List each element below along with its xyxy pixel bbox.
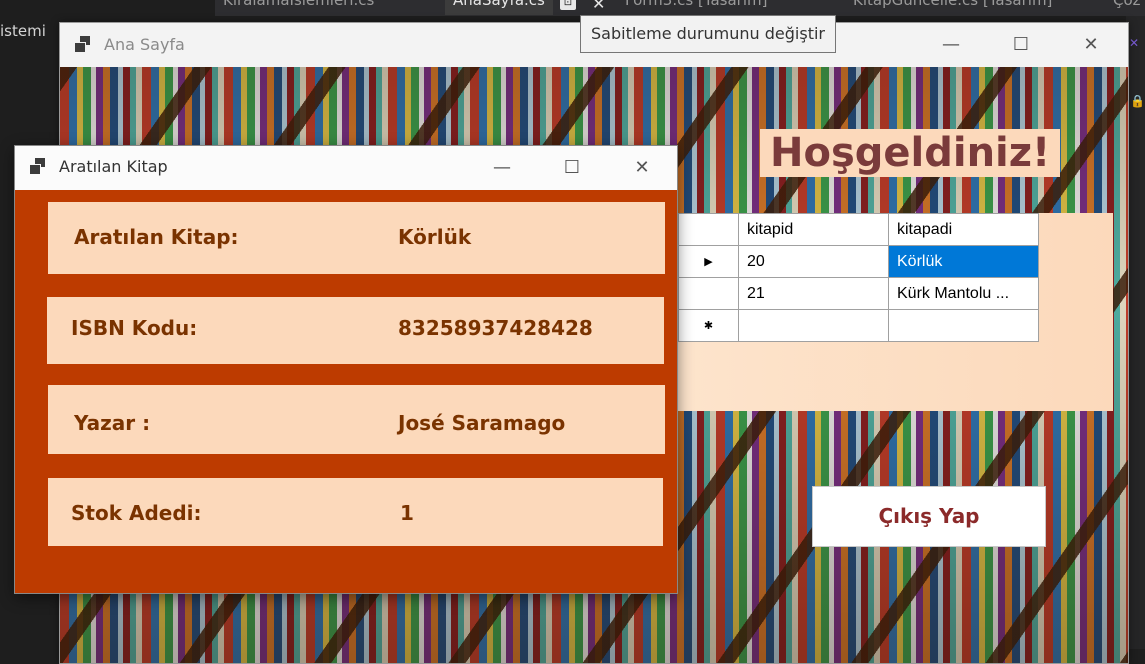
isbn-value: 83258937428428: [398, 316, 593, 340]
close-icon[interactable]: ✕: [1056, 23, 1126, 67]
grid-cell-kitapid[interactable]: 20: [738, 245, 889, 278]
window-title: Aratılan Kitap: [59, 157, 168, 176]
book-title-label: Aratılan Kitap:: [74, 225, 239, 249]
editor-tab-strip: KiralamaIslemleri.cs AnaSayfa.cs ⊡ ✕ For…: [215, 0, 1145, 16]
row-header[interactable]: [678, 277, 739, 310]
grid-cell-kitapadi[interactable]: Körlük: [888, 245, 1039, 278]
stock-panel: Stok Adedi: 1: [48, 478, 663, 546]
maximize-icon[interactable]: ☐: [986, 23, 1056, 67]
table-row[interactable]: 21 Kürk Mantolu ...: [678, 277, 1039, 310]
pin-icon[interactable]: ⊡: [560, 0, 576, 10]
search-result-window: Aratılan Kitap — ☐ ✕ Aratılan Kitap: Kör…: [14, 145, 678, 594]
grid-cell-kitapadi[interactable]: Kürk Mantolu ...: [888, 277, 1039, 310]
book-data-grid[interactable]: kitapid kitapadi ▶ 20 Körlük 21 Kürk Man…: [678, 213, 1039, 342]
tab-solution-explorer[interactable]: Çöz: [1105, 0, 1145, 15]
table-row[interactable]: ▶ 20 Körlük: [678, 245, 1039, 278]
stock-label: Stok Adedi:: [71, 501, 202, 525]
cross-icon: ✕: [1129, 36, 1140, 50]
tab-anasayfa[interactable]: AnaSayfa.cs: [445, 0, 553, 15]
grid-cell-kitapadi[interactable]: [888, 309, 1039, 342]
maximize-icon[interactable]: ☐: [537, 146, 607, 190]
logout-button[interactable]: Çıkış Yap: [812, 486, 1046, 547]
book-grid-panel: kitapid kitapadi ▶ 20 Körlük 21 Kürk Man…: [678, 213, 1113, 411]
author-value: José Saramago: [398, 411, 566, 435]
tab-form3[interactable]: Form3.cs [Tasarım]: [617, 0, 775, 15]
minimize-icon[interactable]: —: [467, 146, 537, 190]
close-tab-icon[interactable]: ✕: [592, 0, 605, 13]
grid-header-row: kitapid kitapadi: [678, 213, 1039, 246]
new-row-icon[interactable]: ✱: [678, 309, 739, 342]
book-title-value: Körlük: [398, 225, 472, 249]
lock-icon: 🔒: [1130, 94, 1145, 108]
grid-cell-kitapid[interactable]: 21: [738, 277, 889, 310]
solution-explorer-text: istemi: [0, 22, 46, 40]
tab-kiralama[interactable]: KiralamaIslemleri.cs: [215, 0, 382, 15]
pin-tooltip: Sabitleme durumunu değiştir: [580, 15, 836, 53]
window-title: Ana Sayfa: [104, 35, 185, 54]
isbn-label: ISBN Kodu:: [71, 316, 198, 340]
isbn-panel: ISBN Kodu: 83258937428428: [47, 297, 664, 364]
welcome-heading: Hoşgeldiniz!: [760, 129, 1061, 177]
app-icon: [74, 36, 92, 53]
close-icon[interactable]: ✕: [607, 146, 677, 190]
app-icon: [29, 158, 47, 175]
search-titlebar[interactable]: Aratılan Kitap — ☐ ✕: [15, 146, 677, 190]
new-row[interactable]: ✱: [678, 309, 1039, 342]
author-label: Yazar :: [74, 411, 151, 435]
tab-kitapguncelle[interactable]: KitapGuncelle.cs [Tasarım]: [845, 0, 1060, 15]
minimize-icon[interactable]: —: [916, 23, 986, 67]
grid-corner-cell[interactable]: [678, 213, 739, 246]
current-row-indicator-icon[interactable]: ▶: [678, 245, 739, 278]
column-header-kitapid[interactable]: kitapid: [738, 213, 889, 246]
book-title-panel: Aratılan Kitap: Körlük: [48, 202, 665, 274]
author-panel: Yazar : José Saramago: [48, 385, 665, 454]
column-header-kitapadi[interactable]: kitapadi: [888, 213, 1039, 246]
grid-cell-kitapid[interactable]: [738, 309, 889, 342]
stock-value: 1: [400, 501, 414, 525]
